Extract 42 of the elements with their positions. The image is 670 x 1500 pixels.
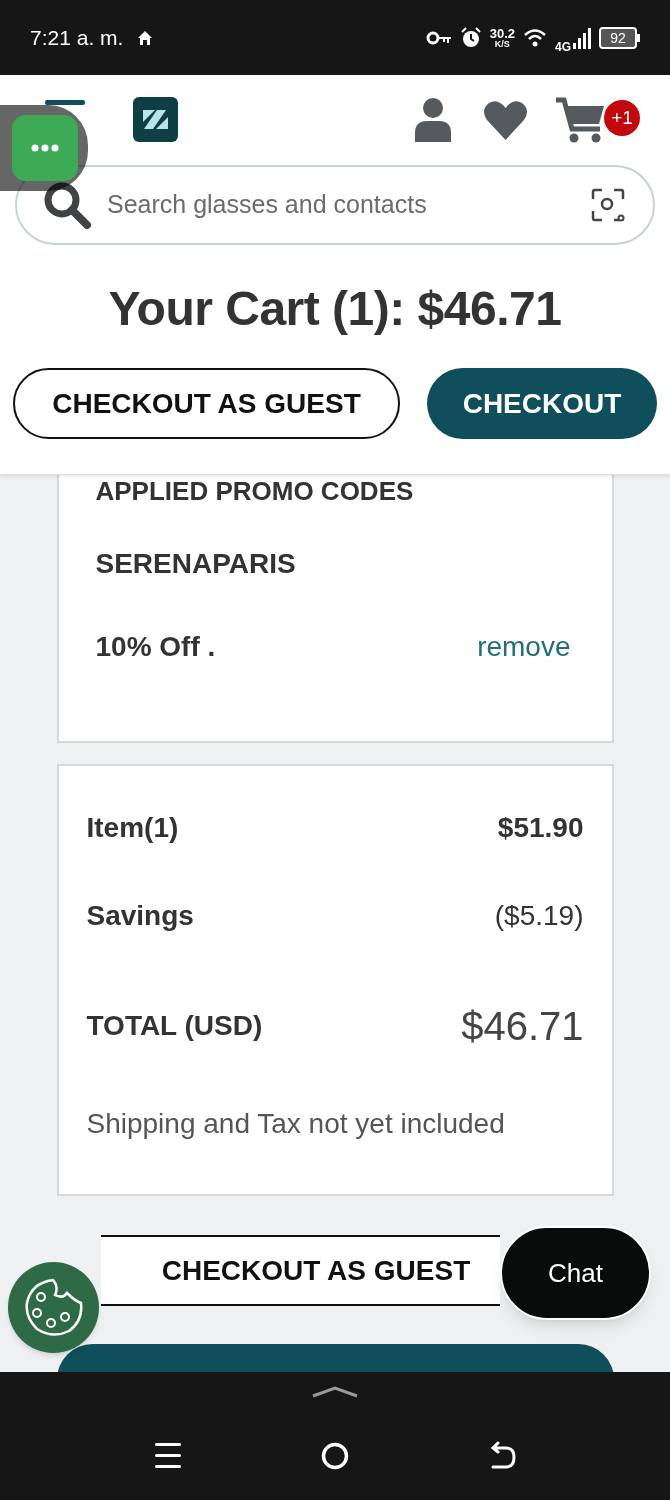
menu-icon[interactable] <box>155 1442 181 1470</box>
status-time: 7:21 a. m. <box>30 24 124 51</box>
discount-text: 10% Off . <box>95 633 216 661</box>
home-button-icon[interactable] <box>321 1442 349 1470</box>
summary-label: Savings <box>86 902 194 930</box>
summary-value: ($5.19) <box>494 902 584 930</box>
summary-label: TOTAL (USD) <box>86 1012 263 1040</box>
search-icon <box>42 180 92 230</box>
speed-unit: K/S <box>494 39 510 49</box>
alarm-icon <box>459 26 482 49</box>
summary-value: $46.71 <box>461 1006 584 1046</box>
checkout-button[interactable]: CHECKOUT <box>427 368 657 439</box>
back-icon[interactable] <box>490 1441 516 1471</box>
guest-checkout-button[interactable]: CHECKOUT AS GUEST <box>100 1235 500 1306</box>
wifi-icon <box>523 27 547 48</box>
search-field[interactable]: Search glasses and contacts <box>107 186 591 224</box>
signal-icon <box>573 26 591 49</box>
battery-icon: 92 <box>599 26 640 49</box>
cart-icon[interactable] <box>556 97 606 143</box>
heart-icon[interactable] <box>483 100 528 140</box>
guest-checkout-button[interactable]: CHECKOUT AS GUEST <box>13 368 400 439</box>
swipe-up-icon[interactable] <box>311 1386 359 1398</box>
home-icon <box>137 29 154 46</box>
camera-scan-icon[interactable] <box>591 188 625 222</box>
cookie-icon <box>22 1276 85 1339</box>
network-type: 4G <box>555 38 571 56</box>
key-icon <box>425 29 452 46</box>
more-icon <box>31 144 59 152</box>
cart-title: Your Cart (1): $46.71 <box>108 285 562 333</box>
chat-button[interactable]: Chat <box>500 1226 651 1320</box>
summary-label: Item(1) <box>86 814 179 842</box>
logo-icon[interactable] <box>133 97 178 142</box>
search-bar[interactable]: Search glasses and contacts <box>15 165 655 245</box>
user-icon[interactable] <box>413 97 453 142</box>
summary-value: $51.90 <box>497 814 584 842</box>
shipping-note: Shipping and Tax not yet included <box>86 1110 506 1138</box>
remove-link[interactable]: remove <box>477 633 575 661</box>
cart-badge: +1 <box>604 100 640 136</box>
promo-code: SERENAPARIS <box>95 550 297 578</box>
floating-menu-button[interactable] <box>0 105 88 191</box>
network-speed: 30.2 <box>489 26 515 40</box>
promo-heading: APPLIED PROMO CODES <box>95 478 415 504</box>
